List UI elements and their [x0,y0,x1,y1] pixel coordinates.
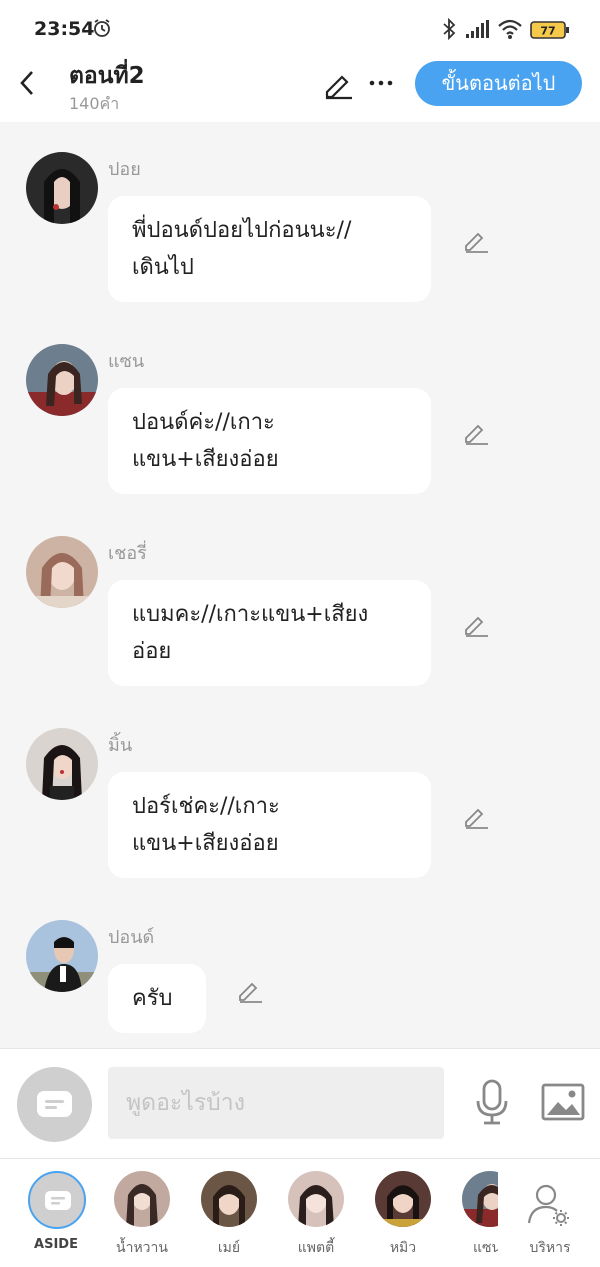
sender-name: ปอนด์ [108,927,155,948]
chat-list: ปอย พี่ปอนด์ปอยไปก่อนนะ// เดินไป แซน ปอน… [0,122,600,1048]
image-icon[interactable] [541,1083,585,1121]
sender-name: เชอรี่ [108,543,147,564]
tab-character[interactable]: น้ำหวาน [102,1171,182,1261]
next-step-button[interactable]: ขั้นตอนต่อไป [415,61,582,106]
character-bar: ASIDE น้ำหวาน เมย์ แพตตี้ หมิว แซน บริหา… [0,1158,600,1267]
word-count: 140คำ [69,94,120,113]
avatar[interactable] [26,344,98,416]
status-bar: 23:54 77 [0,0,600,58]
status-time: 23:54 [34,18,95,40]
mic-icon[interactable] [474,1079,510,1125]
avatar [462,1171,498,1227]
edit-message-icon[interactable] [462,610,490,638]
manage-label[interactable]: บริหาร [520,1237,580,1259]
message-text: แบมคะ//เกาะแขน+เสียง [132,602,369,627]
avatar[interactable] [26,728,98,800]
message-text: ครับ [132,986,173,1011]
composer [0,1048,600,1158]
message-text: แขน+เสียงอ่อย [132,831,279,856]
sender-name: แซน [108,351,145,372]
header: ตอนที่2 140คำ ขั้นตอนต่อไป [0,58,600,122]
tab-character[interactable]: แพตตี้ [276,1171,356,1261]
battery-icon: 77 [530,21,569,39]
edit-message-icon[interactable] [462,802,490,830]
message-text: พี่ปอนด์ปอยไปก่อนนะ// [132,218,352,243]
sender-name: มิ้น [108,735,133,756]
edit-title-icon[interactable] [322,68,354,100]
tab-label: แซน [472,1240,498,1256]
signal-icon [466,20,489,38]
back-icon[interactable] [16,68,38,98]
message-bubble[interactable]: ปอร์เช่คะ//เกาะ แขน+เสียงอ่อย [108,772,431,878]
avatar[interactable] [26,536,98,608]
message-bubble[interactable]: ครับ [108,964,206,1033]
avatar[interactable] [26,920,98,992]
avatar [375,1171,431,1227]
message-bubble[interactable]: แบมคะ//เกาะแขน+เสียง อ่อย [108,580,431,686]
message-text: แขน+เสียงอ่อย [132,447,279,472]
edit-message-icon[interactable] [462,418,490,446]
page-title: ตอนที่2 [69,63,145,89]
tab-aside[interactable]: ASIDE [16,1171,96,1261]
edit-message-icon[interactable] [236,976,264,1004]
message-input[interactable] [108,1067,444,1139]
edit-message-icon[interactable] [462,226,490,254]
message-text: อ่อย [132,639,172,664]
alarm-icon [94,19,110,37]
tab-label: เมย์ [217,1240,241,1256]
tab-character[interactable]: แซน [448,1171,498,1261]
message-text: ปอร์เช่คะ//เกาะ [132,794,280,819]
bluetooth-icon [443,18,456,40]
tab-character[interactable]: เมย์ [189,1171,269,1261]
more-icon[interactable] [367,68,395,98]
wifi-icon [498,19,522,39]
chat-bubble-icon [45,1191,71,1210]
svg-text:77: 77 [540,25,555,38]
tab-label: ASIDE [34,1237,78,1252]
avatar [114,1171,170,1227]
tab-label: แพตตี้ [297,1240,335,1256]
aside-toggle-button[interactable] [17,1067,92,1142]
tab-character[interactable]: หมิว [363,1171,443,1261]
message-bubble[interactable]: ปอนด์ค่ะ//เกาะ แขน+เสียงอ่อย [108,388,431,494]
message-bubble[interactable]: พี่ปอนด์ปอยไปก่อนนะ// เดินไป [108,196,431,302]
avatar[interactable] [26,152,98,224]
message-text: เดินไป [132,255,194,280]
aside-avatar [28,1171,86,1229]
tab-label: หมิว [389,1240,417,1256]
sender-name: ปอย [108,159,141,180]
avatar [201,1171,257,1227]
message-text: ปอนด์ค่ะ//เกาะ [132,410,275,435]
avatar [288,1171,344,1227]
chat-bubble-icon [37,1091,72,1117]
tab-label: น้ำหวาน [116,1240,168,1256]
manage-users-icon[interactable] [526,1183,570,1227]
